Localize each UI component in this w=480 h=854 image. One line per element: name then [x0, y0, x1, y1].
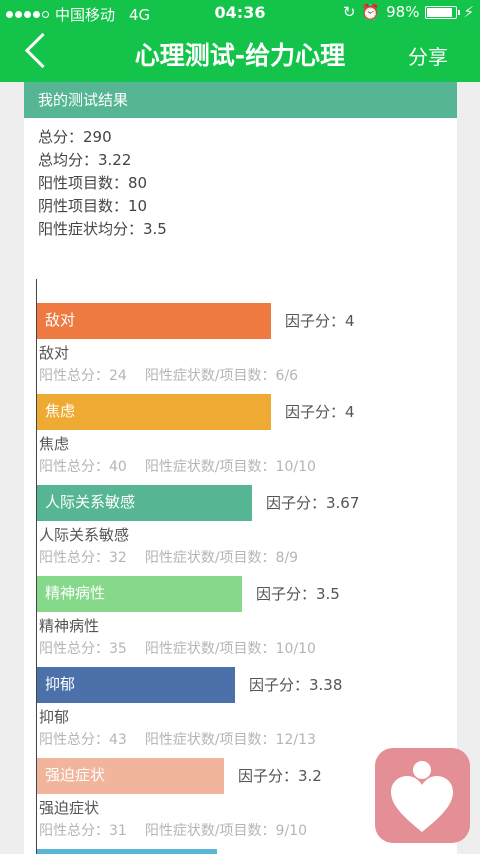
- factor-score: 因子分：3.67: [266, 494, 360, 512]
- factor-detail: 阳性总分：24 阳性症状数/项目数：6/6: [39, 365, 298, 385]
- app-header: 中国移动 4G 04:36 ↻ ⏰ 98% ⚡ 心理测试-给力心理 分享: [0, 0, 480, 82]
- results-header: 我的测试结果: [24, 82, 457, 118]
- alarm-icon: ⏰: [361, 3, 381, 21]
- factor-positive-total: 阳性总分：32: [39, 550, 127, 566]
- factor-positive-count: 阳性症状数/项目数：12/13: [144, 732, 316, 748]
- factor-detail: 阳性总分：32 阳性症状数/项目数：8/9: [39, 547, 298, 567]
- share-button[interactable]: 分享: [408, 41, 448, 70]
- factor-detail: 阳性总分：43 阳性症状数/项目数：12/13: [39, 729, 316, 749]
- factor-positive-count: 阳性症状数/项目数：10/10: [144, 459, 316, 475]
- app-float-button[interactable]: [375, 748, 470, 843]
- factor-bar: 精神病性: [37, 576, 242, 612]
- factor-score: 因子分：3.38: [249, 676, 343, 694]
- factor-bar: 人际关系敏感: [37, 485, 252, 521]
- charging-icon: ⚡: [463, 3, 474, 21]
- factor-bar: 抑郁: [37, 667, 235, 703]
- battery-icon: [425, 5, 461, 19]
- factor-bar: 焦虑: [37, 394, 271, 430]
- factor-positive-total: 阳性总分：35: [39, 641, 127, 657]
- factor-positive-total: 阳性总分：40: [39, 459, 127, 475]
- factor-name: 精神病性: [39, 617, 100, 635]
- nav-bar: 心理测试-给力心理 分享: [0, 26, 480, 82]
- summary-positive-items: 阳性项目数：80: [38, 174, 148, 192]
- factor-positive-count: 阳性症状数/项目数：10/10: [144, 641, 316, 657]
- status-bar: 中国移动 4G 04:36 ↻ ⏰ 98% ⚡: [0, 0, 480, 26]
- heart-person-icon: [391, 761, 453, 832]
- summary-average: 总均分：3.22: [38, 151, 132, 169]
- factor-positive-total: 阳性总分：31: [39, 823, 127, 839]
- factor-bar-partial: [37, 849, 217, 854]
- factor-positive-total: 阳性总分：43: [39, 732, 127, 748]
- lock-rotation-icon: ↻: [342, 3, 356, 21]
- factor-score: 因子分：4: [285, 403, 355, 421]
- results-card: 我的测试结果 总分：290 总均分：3.22 阳性项目数：80 阴性项目数：10…: [24, 82, 457, 854]
- factor-detail: 阳性总分：40 阳性症状数/项目数：10/10: [39, 456, 316, 476]
- summary-list: 总分：290 总均分：3.22 阳性项目数：80 阴性项目数：10 阳性症状均分…: [24, 118, 457, 241]
- summary-total: 总分：290: [38, 128, 112, 146]
- factor-name: 人际关系敏感: [39, 526, 130, 544]
- factor-name: 敌对: [39, 344, 70, 362]
- factor-score: 因子分：3.5: [256, 585, 340, 603]
- factor-positive-count: 阳性症状数/项目数：6/6: [144, 368, 299, 384]
- factor-name: 抑郁: [39, 708, 70, 726]
- factor-detail: 阳性总分：31 阳性症状数/项目数：9/10: [39, 820, 307, 840]
- summary-positive-average: 阳性症状均分：3.5: [38, 220, 167, 238]
- factor-score: 因子分：4: [285, 312, 355, 330]
- factor-bar: 强迫症状: [37, 758, 224, 794]
- summary-negative-items: 阴性项目数：10: [38, 197, 148, 215]
- factor-positive-total: 阳性总分：24: [39, 368, 127, 384]
- factor-score: 因子分：3.2: [238, 767, 322, 785]
- factor-detail: 阳性总分：35 阳性症状数/项目数：10/10: [39, 638, 316, 658]
- factor-bar: 敌对: [37, 303, 271, 339]
- battery-label: 98%: [386, 3, 420, 21]
- factor-name: 焦虑: [39, 435, 70, 453]
- factor-positive-count: 阳性症状数/项目数：8/9: [144, 550, 299, 566]
- factor-name: 强迫症状: [39, 799, 100, 817]
- factor-positive-count: 阳性症状数/项目数：9/10: [144, 823, 307, 839]
